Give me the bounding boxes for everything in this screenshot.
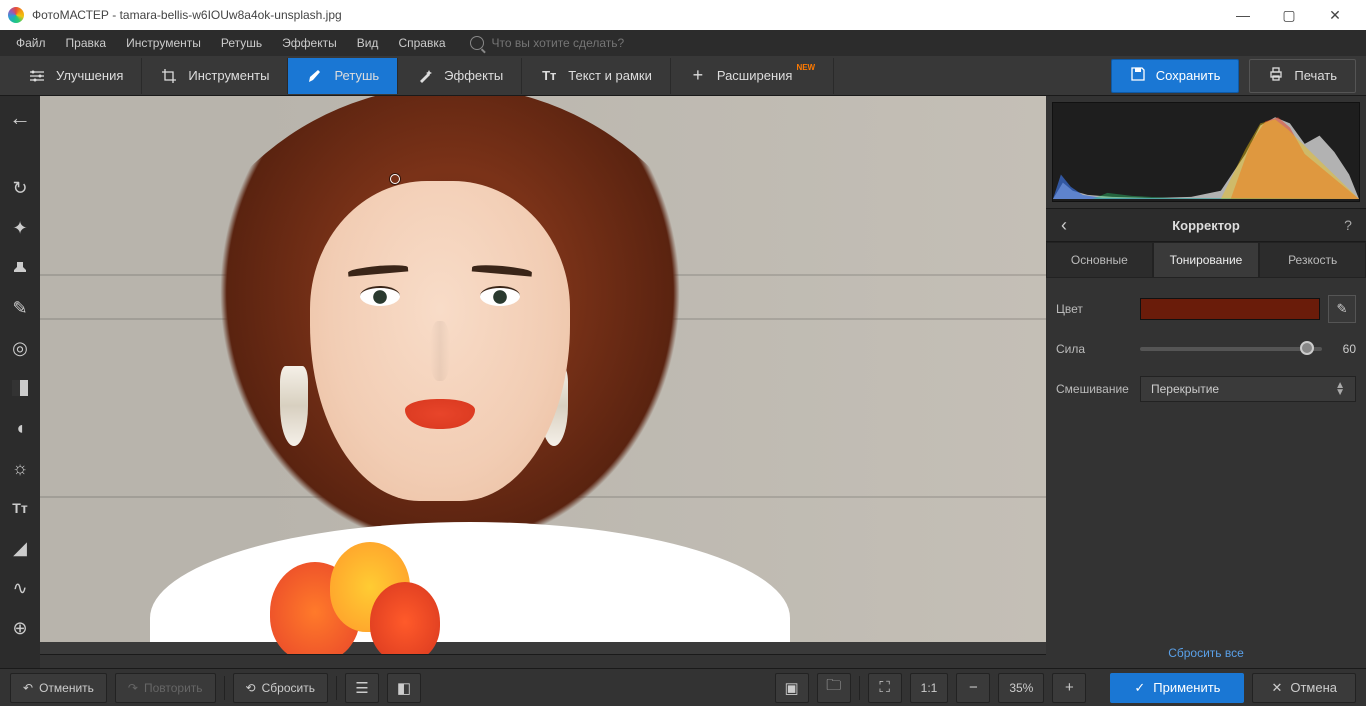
search-input[interactable] — [492, 36, 692, 50]
menubar: Файл Правка Инструменты Ретушь Эффекты В… — [0, 30, 1366, 56]
cancel-button[interactable]: ✕Отмена — [1252, 673, 1356, 703]
sub-tabs: Основные Тонирование Резкость — [1046, 242, 1366, 278]
zoom-value[interactable]: 35% — [998, 673, 1044, 703]
left-toolstrip: ← ↻ ✦ ✎ ◎ ◖ ☼ Tт ◢ ∿ ⊕ — [0, 96, 40, 668]
color-swatch[interactable] — [1140, 298, 1320, 320]
strength-value[interactable]: 60 — [1322, 342, 1356, 356]
folder-button[interactable]: 🗀 — [817, 673, 851, 703]
back-arrow-tool[interactable]: ← — [8, 106, 32, 130]
sliders-icon — [28, 67, 46, 85]
new-badge: NEW — [796, 63, 815, 72]
blend-label: Смешивание — [1056, 382, 1140, 396]
reset-all-link[interactable]: Сбросить все — [1046, 638, 1366, 668]
target-icon[interactable]: ◎ — [8, 336, 32, 360]
menu-file[interactable]: Файл — [6, 30, 56, 56]
menu-help[interactable]: Справка — [388, 30, 455, 56]
stamp-icon[interactable] — [8, 256, 32, 280]
reset-button[interactable]: ⟲Сбросить — [233, 673, 328, 703]
panel-help-button[interactable]: ? — [1330, 217, 1366, 233]
check-icon: ✓ — [1134, 680, 1145, 696]
title-text: ФотоМАСТЕР - tamara-bellis-w6IOUw8a4ok-u… — [32, 8, 1220, 22]
histogram[interactable] — [1052, 102, 1360, 202]
controls: Цвет ✎ Сила 60 Смешивание Перекрытие ▲▼ — [1046, 278, 1366, 426]
rotate-icon[interactable]: ↻ — [8, 176, 32, 200]
tab-effects[interactable]: Эффекты — [398, 58, 522, 94]
zoom-out-button[interactable]: − — [956, 673, 990, 703]
workspace: ← ↻ ✦ ✎ ◎ ◖ ☼ Tт ◢ ∿ ⊕ — [0, 96, 1366, 668]
canvas-area — [40, 96, 1046, 668]
menu-effects[interactable]: Эффекты — [272, 30, 347, 56]
heal-icon[interactable]: ✦ — [8, 216, 32, 240]
maximize-button[interactable]: ▢ — [1266, 0, 1312, 30]
tab-retouch[interactable]: Ретушь — [288, 58, 398, 94]
close-button[interactable]: ✕ — [1312, 0, 1358, 30]
save-icon — [1130, 66, 1146, 85]
fit-screen-button[interactable]: ⛶ — [868, 673, 902, 703]
wand-icon — [416, 67, 434, 85]
history-button[interactable]: ☰ — [345, 673, 379, 703]
right-panel: ‹ Корректор ? Основные Тонирование Резко… — [1046, 96, 1366, 668]
tab-extensions[interactable]: +РасширенияNEW — [671, 58, 834, 94]
print-button[interactable]: Печать — [1249, 59, 1356, 93]
pen-icon[interactable]: ✎ — [8, 296, 32, 320]
panel-title: Корректор — [1082, 218, 1330, 233]
ratio-button[interactable]: 1:1 — [910, 673, 949, 703]
photo-content — [40, 96, 1046, 642]
titlebar: ФотоМАСТЕР - tamara-bellis-w6IOUw8a4ok-u… — [0, 0, 1366, 30]
main-toolbar: Улучшения Инструменты Ретушь Эффекты TтТ… — [0, 56, 1366, 96]
crop-fit-button[interactable]: ▣ — [775, 673, 809, 703]
text-tool-icon[interactable]: Tт — [8, 496, 32, 520]
compare-button[interactable]: ◧ — [387, 673, 421, 703]
undo-icon: ↶ — [23, 681, 33, 695]
color-label: Цвет — [1056, 302, 1140, 316]
apply-button[interactable]: ✓Применить — [1110, 673, 1244, 703]
blend-select[interactable]: Перекрытие ▲▼ — [1140, 376, 1356, 402]
plus-icon: + — [689, 67, 707, 85]
gradient-icon[interactable] — [8, 376, 32, 400]
subtab-sharpness[interactable]: Резкость — [1259, 242, 1366, 278]
menu-edit[interactable]: Правка — [56, 30, 117, 56]
panel-back-button[interactable]: ‹ — [1046, 215, 1082, 236]
redo-button[interactable]: ↷Повторить — [115, 673, 216, 703]
menu-search — [470, 36, 692, 50]
panel-header: ‹ Корректор ? — [1046, 208, 1366, 242]
save-button[interactable]: Сохранить — [1111, 59, 1240, 93]
menu-view[interactable]: Вид — [347, 30, 389, 56]
eyedropper-button[interactable]: ✎ — [1328, 295, 1356, 323]
undo-button[interactable]: ↶Отменить — [10, 673, 107, 703]
subtab-basic[interactable]: Основные — [1046, 242, 1153, 278]
updown-icon: ▲▼ — [1335, 382, 1345, 396]
search-icon — [470, 36, 484, 50]
minimize-button[interactable]: — — [1220, 0, 1266, 30]
menu-retouch[interactable]: Ретушь — [211, 30, 272, 56]
strength-label: Сила — [1056, 342, 1140, 356]
text-icon: Tт — [540, 67, 558, 85]
menu-tools[interactable]: Инструменты — [116, 30, 211, 56]
strength-slider[interactable] — [1140, 347, 1322, 351]
x-icon: ✕ — [1271, 680, 1282, 696]
crop-icon — [160, 67, 178, 85]
tab-instruments[interactable]: Инструменты — [142, 58, 288, 94]
bucket-icon[interactable]: ◢ — [8, 536, 32, 560]
redo-icon: ↷ — [128, 681, 138, 695]
app-icon — [8, 7, 24, 23]
brush-cursor — [390, 174, 400, 184]
sun-icon[interactable]: ☼ — [8, 456, 32, 480]
horizontal-scrollbar[interactable] — [40, 654, 1046, 668]
globe-icon[interactable]: ⊕ — [8, 616, 32, 640]
footer: ↶Отменить ↷Повторить ⟲Сбросить ☰ ◧ ▣ 🗀 ⛶… — [0, 668, 1366, 706]
curve-icon[interactable]: ∿ — [8, 576, 32, 600]
vignette-icon[interactable]: ◖ — [8, 416, 32, 440]
zoom-in-button[interactable]: + — [1052, 673, 1086, 703]
brush-icon — [306, 67, 324, 85]
tab-text[interactable]: TтТекст и рамки — [522, 58, 671, 94]
canvas[interactable] — [40, 96, 1046, 654]
tab-enhance[interactable]: Улучшения — [10, 58, 142, 94]
print-icon — [1268, 66, 1284, 85]
reset-icon: ⟲ — [246, 681, 256, 695]
subtab-toning[interactable]: Тонирование — [1153, 242, 1260, 278]
